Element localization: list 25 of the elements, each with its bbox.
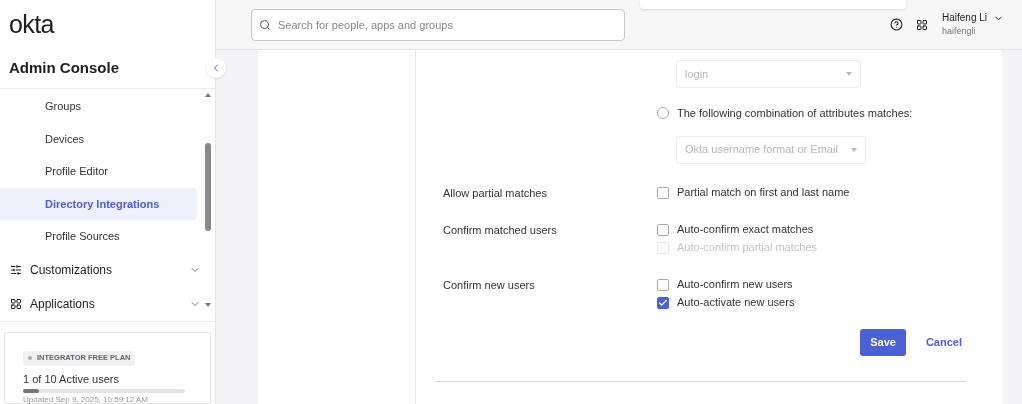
username: haifengli bbox=[941, 25, 977, 39]
nav-item[interactable]: Directory Integrations bbox=[0, 187, 197, 221]
nav-item[interactable]: Profile Sources bbox=[0, 220, 197, 253]
setting-label: Confirm matched users bbox=[443, 222, 558, 238]
cancel-button[interactable]: Cancel bbox=[925, 333, 962, 351]
updated-text: Updated Sep 9, 2025, 10:59:12 AM bbox=[23, 393, 149, 404]
checkbox-label: Auto-confirm exact matches bbox=[677, 222, 814, 238]
setting-label: Confirm new users bbox=[443, 277, 536, 293]
nav-item[interactable]: Profile Editor bbox=[0, 155, 197, 188]
active-users-text: 1 of 10 Active users bbox=[23, 372, 120, 387]
checkbox-label: Auto-activate new users bbox=[677, 295, 795, 311]
logo: okta bbox=[8, 8, 56, 40]
nav-section[interactable]: Applications bbox=[0, 286, 215, 321]
radio-label: The following combination of attributes matches: bbox=[677, 106, 913, 121]
user-name[interactable]: Haifeng Li bbox=[941, 10, 987, 26]
save-button[interactable]: Save bbox=[860, 328, 906, 356]
console-title: Admin Console bbox=[9, 58, 119, 79]
setting-label: Allow partial matches bbox=[443, 185, 548, 201]
nav-item[interactable]: Groups bbox=[0, 90, 197, 123]
checkbox-label: Auto-confirm partial matches bbox=[677, 240, 817, 256]
nav-item[interactable]: Devices bbox=[0, 122, 197, 156]
search-field[interactable]: Search for people, apps and groups bbox=[251, 8, 625, 41]
nav-section[interactable]: Customizations bbox=[0, 252, 215, 287]
checkbox-label: Auto-confirm new users bbox=[677, 277, 793, 293]
checkbox-label: Partial match on first and last name bbox=[677, 185, 850, 201]
